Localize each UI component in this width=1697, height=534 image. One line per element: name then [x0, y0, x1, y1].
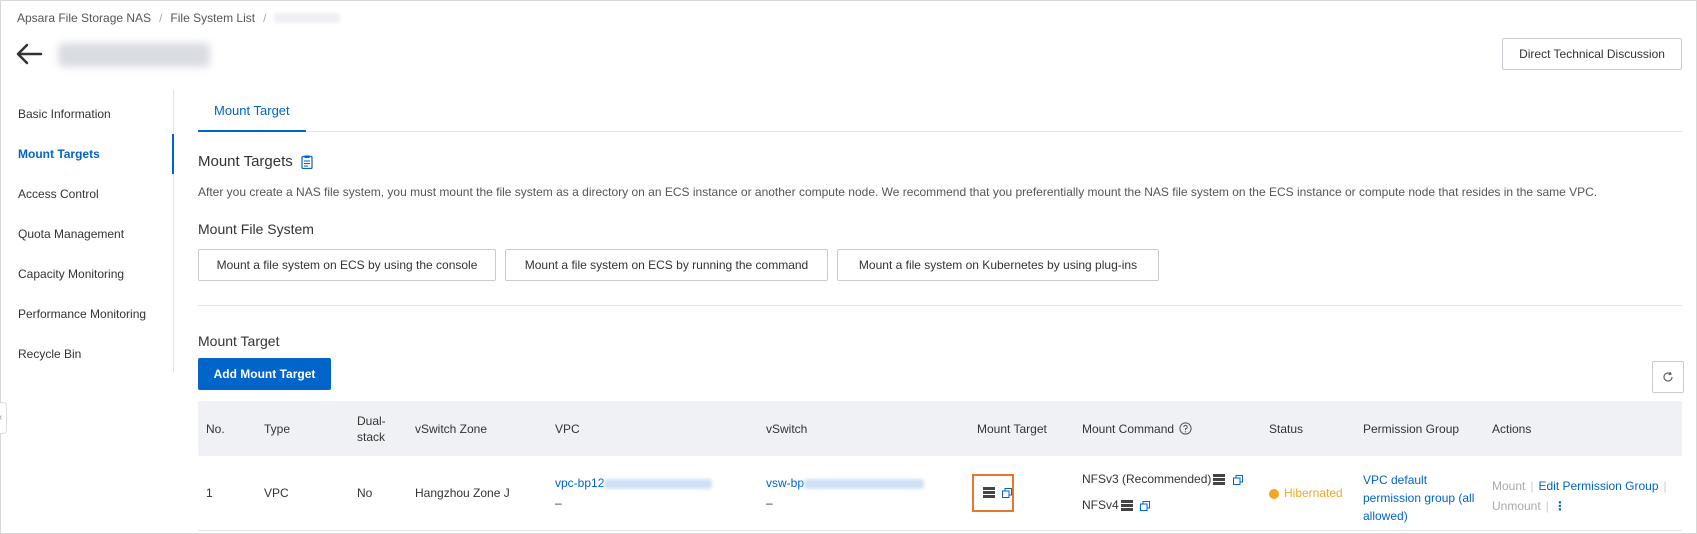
tab-bar: Mount Target — [198, 91, 1682, 132]
status-text: Hibernated — [1284, 486, 1343, 500]
tab-mount-target[interactable]: Mount Target — [198, 91, 306, 132]
vpc-sub: – — [555, 496, 562, 510]
direct-technical-discussion-button[interactable]: Direct Technical Discussion — [1502, 38, 1682, 70]
mount-target-list-title: Mount Target — [198, 333, 280, 349]
permission-group-link[interactable]: VPC default permission group (all allowe… — [1363, 471, 1478, 525]
column-header-permission-group: Permission Group — [1363, 421, 1460, 436]
cell-mount-target — [983, 485, 1013, 499]
sidebar: Basic Information Mount Targets Access C… — [0, 90, 174, 372]
nfsv3-detail-icon[interactable] — [1213, 474, 1226, 486]
nfsv4-detail-icon[interactable] — [1120, 500, 1133, 512]
column-header-vswitch-zone: vSwitch Zone — [415, 421, 488, 436]
column-header-actions: Actions — [1492, 421, 1532, 436]
nfsv4-command: NFSv4 — [1082, 498, 1243, 512]
mount-action[interactable]: Mount — [1492, 479, 1525, 493]
cell-vswitch: vsw-bp – — [766, 476, 925, 510]
cell-vswitch-zone: Hangzhou Zone J — [415, 486, 510, 500]
help-icon[interactable] — [1179, 422, 1192, 435]
cell-no: 1 — [206, 486, 213, 500]
vswitch-id-redacted — [804, 478, 925, 489]
breadcrumb: Apsara File Storage NAS / File System Li… — [17, 11, 341, 25]
document-icon[interactable] — [301, 155, 313, 169]
more-actions-icon[interactable]: ⋮ — [1554, 499, 1566, 513]
cell-type: VPC — [264, 486, 289, 500]
edit-permission-group-action[interactable]: Edit Permission Group — [1538, 479, 1658, 493]
refresh-button[interactable] — [1652, 361, 1684, 393]
column-header-mount-command-text: Mount Command — [1082, 421, 1175, 436]
back-arrow-icon[interactable] — [15, 42, 43, 66]
breadcrumb-current-redacted — [274, 13, 341, 23]
column-header-mount-target: Mount Target — [977, 421, 1047, 436]
sidebar-item-performance-monitoring[interactable]: Performance Monitoring — [0, 294, 174, 334]
sidebar-item-mount-targets[interactable]: Mount Targets — [0, 134, 174, 174]
mount-kubernetes-button[interactable]: Mount a file system on Kubernetes by usi… — [837, 249, 1159, 281]
action-separator: | — [1545, 499, 1549, 513]
mount-ecs-command-button[interactable]: Mount a file system on ECS by running th… — [505, 249, 828, 281]
vswitch-link[interactable]: vsw-bp — [766, 476, 804, 490]
vswitch-sub: – — [766, 496, 773, 510]
refresh-icon — [1663, 371, 1673, 382]
nfsv3-label: NFSv3 (Recommended) — [1082, 472, 1212, 486]
copy-icon[interactable] — [1002, 487, 1013, 498]
section-title-text: Mount Targets — [198, 153, 293, 170]
nfsv4-label: NFSv4 — [1082, 498, 1119, 512]
cell-dual-stack: No — [357, 486, 373, 500]
add-mount-target-button[interactable]: Add Mount Target — [198, 358, 331, 390]
breadcrumb-separator: / — [159, 11, 163, 25]
sidebar-item-quota-management[interactable]: Quota Management — [0, 214, 174, 254]
column-header-dual-stack: Dual-stack — [357, 413, 386, 444]
mount-target-detail-icon[interactable] — [983, 487, 995, 499]
section-title: Mount Targets — [198, 153, 313, 170]
action-separator: | — [1663, 479, 1667, 493]
column-header-no: No. — [206, 421, 225, 436]
cell-actions: Mount | Edit Permission Group | Unmount | ⋮ — [1492, 476, 1682, 516]
column-header-vswitch: vSwitch — [766, 421, 808, 436]
nfsv3-copy-icon[interactable] — [1232, 474, 1243, 485]
column-header-type: Type — [264, 421, 291, 436]
page-title-redacted — [58, 43, 210, 67]
sidebar-item-basic-information[interactable]: Basic Information — [0, 94, 174, 134]
cell-vpc: vpc-bp12 – — [555, 476, 713, 510]
table-header: No. Type Dual-stack vSwitch Zone VPC vSw… — [198, 401, 1682, 456]
nfsv4-copy-icon[interactable] — [1140, 500, 1151, 511]
mount-ecs-console-button[interactable]: Mount a file system on ECS by using the … — [198, 249, 496, 281]
column-header-vpc: VPC — [555, 421, 580, 436]
sidebar-item-capacity-monitoring[interactable]: Capacity Monitoring — [0, 254, 174, 294]
sidebar-item-access-control[interactable]: Access Control — [0, 174, 174, 214]
sidebar-collapse-handle[interactable]: ‹ — [0, 402, 7, 434]
column-header-status: Status — [1269, 421, 1304, 436]
mount-file-system-title: Mount File System — [198, 221, 314, 237]
vpc-id-redacted — [604, 478, 713, 489]
vpc-link[interactable]: vpc-bp12 — [555, 476, 604, 490]
section-divider — [198, 305, 1682, 306]
action-separator: | — [1530, 479, 1534, 493]
section-description: After you create a NAS file system, you … — [198, 185, 1598, 199]
sidebar-item-recycle-bin[interactable]: Recycle Bin — [0, 334, 174, 374]
column-header-mount-command: Mount Command — [1082, 401, 1192, 456]
table-row: 1 VPC No Hangzhou Zone J vpc-bp12 – vsw-… — [198, 456, 1682, 531]
cell-status: Hibernated — [1269, 486, 1343, 500]
breadcrumb-file-system-list[interactable]: File System List — [170, 11, 255, 25]
nfsv3-command: NFSv3 (Recommended) — [1082, 472, 1243, 486]
hibernated-status-icon — [1269, 488, 1279, 499]
breadcrumb-nas[interactable]: Apsara File Storage NAS — [17, 11, 151, 25]
breadcrumb-separator: / — [263, 11, 267, 25]
unmount-action[interactable]: Unmount — [1492, 499, 1541, 513]
chevron-left-icon: ‹ — [0, 412, 2, 423]
cell-mount-command: NFSv3 (Recommended) NFSv4 — [1082, 472, 1243, 512]
